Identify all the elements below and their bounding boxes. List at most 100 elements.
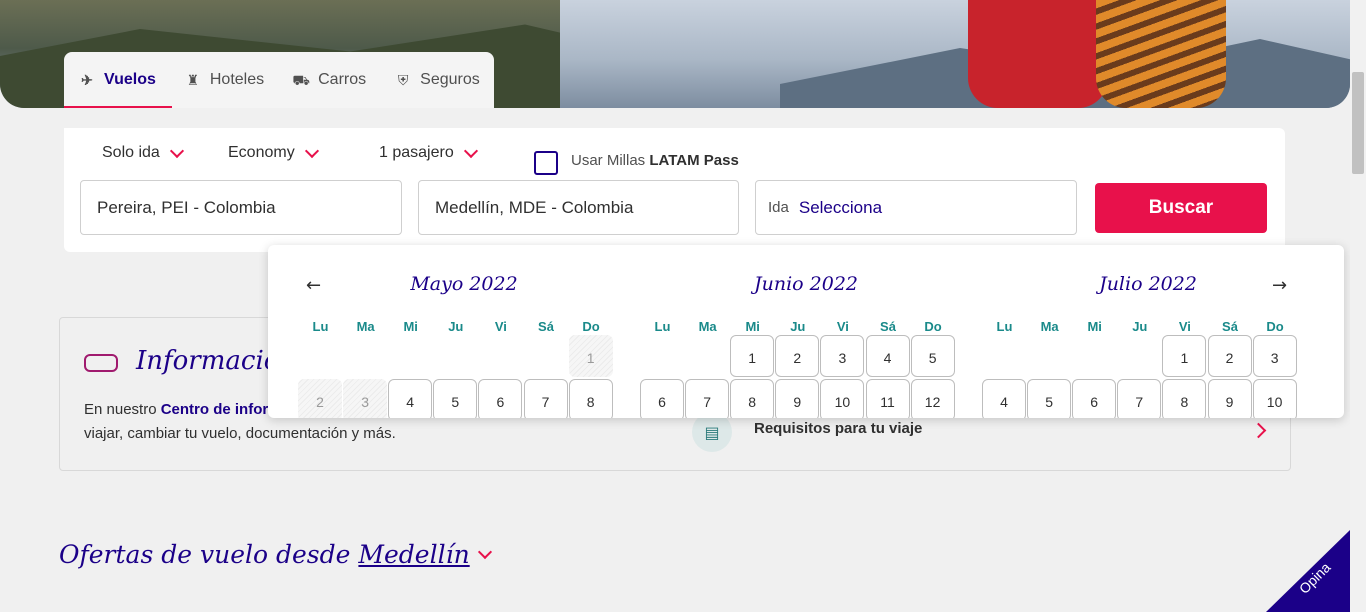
scrollbar-thumb[interactable] — [1352, 72, 1364, 174]
chevron-down-icon — [169, 143, 184, 158]
product-tabs: ✈ Vuelos ♜ Hoteles ⛟ Carros ⛨ Seguros — [64, 52, 494, 108]
weekday-header: Vi — [836, 319, 849, 334]
weekday-header: Vi — [494, 319, 507, 334]
use-miles-prefix: Usar Millas — [571, 152, 646, 169]
offers-heading: Ofertas de vuelo desde Medellín — [59, 540, 492, 569]
weekday-header: Vi — [1178, 319, 1191, 334]
origin-value: Pereira, PEI - Colombia — [97, 197, 276, 217]
hero-person-red — [968, 0, 1108, 108]
weekday-header: Ma — [356, 319, 375, 334]
weekday-header: Lu — [312, 319, 329, 334]
tab-label: Carros — [318, 71, 367, 88]
calendar-day[interactable]: 7 — [685, 379, 730, 418]
calendar-day[interactable]: 9 — [775, 379, 820, 418]
weekday-header: Lu — [654, 319, 671, 334]
passport-icon: ▤ — [692, 412, 732, 452]
weekday-header: Ma — [1040, 319, 1059, 334]
info-text-prefix: En nuestro — [84, 401, 157, 418]
calendar-day: 2 — [298, 379, 342, 418]
weekday-header: Sá — [880, 319, 896, 334]
calendar-day[interactable]: 7 — [1117, 379, 1162, 418]
calendar-day[interactable]: 1 — [1162, 335, 1207, 377]
departure-date-field[interactable]: Ida Selecciona — [755, 180, 1077, 235]
search-button[interactable]: Buscar — [1095, 183, 1267, 233]
calendar-day[interactable]: 12 — [910, 379, 955, 418]
hero-person-striped — [1096, 0, 1226, 108]
cabin-label: Economy — [228, 144, 295, 161]
calendar-day[interactable]: 7 — [523, 379, 568, 418]
tab-hoteles[interactable]: ♜ Hoteles — [184, 52, 265, 108]
weekday-header: Ju — [448, 319, 464, 334]
calendar-day[interactable]: 10 — [1252, 379, 1297, 418]
cabin-dropdown[interactable]: Economy — [228, 143, 319, 162]
departure-date-label: Ida — [768, 199, 789, 216]
trip-type-dropdown[interactable]: Solo ida — [102, 143, 184, 162]
tab-label: Hoteles — [209, 71, 265, 88]
chevron-down-icon — [304, 143, 319, 158]
weekday-header: Lu — [996, 319, 1013, 334]
origin-field[interactable]: Pereira, PEI - Colombia — [80, 180, 402, 235]
trip-type-label: Solo ida — [102, 144, 160, 161]
calendar-day[interactable]: 4 — [865, 335, 910, 377]
requirements-link[interactable]: Requisitos para tu viaje — [754, 420, 922, 437]
passengers-label: 1 pasajero — [379, 144, 454, 161]
calendar-day[interactable]: 8 — [730, 379, 775, 418]
calendar-day[interactable]: 6 — [640, 379, 684, 418]
calendar-day[interactable]: 5 — [433, 379, 478, 418]
use-miles-label: Usar Millas LATAM Pass — [571, 152, 739, 169]
month-title: Mayo 2022 — [410, 273, 518, 295]
tab-seguros[interactable]: ⛨ Seguros — [394, 52, 480, 108]
weekday-header: Ma — [698, 319, 717, 334]
calendar-day[interactable]: 8 — [568, 379, 613, 418]
weekday-header: Sá — [1222, 319, 1238, 334]
passengers-dropdown[interactable]: 1 pasajero — [379, 143, 478, 162]
calendar-day[interactable]: 5 — [1027, 379, 1072, 418]
calendar-day[interactable]: 10 — [820, 379, 865, 418]
calendar-day[interactable]: 4 — [388, 379, 433, 418]
feedback-tab[interactable] — [1266, 530, 1350, 612]
calendar-day[interactable]: 2 — [1207, 335, 1252, 377]
shield-icon: ⛨ — [397, 72, 409, 88]
tab-carros[interactable]: ⛟ Carros — [292, 52, 366, 108]
calendar-day[interactable]: 6 — [1072, 379, 1117, 418]
plane-icon: ✈ — [81, 72, 93, 88]
calendar-day[interactable]: 1 — [730, 335, 775, 377]
offers-city-selector[interactable]: Medellín — [358, 540, 469, 569]
month-title: Julio 2022 — [1099, 273, 1197, 295]
info-center-link[interactable]: Centro de infor — [161, 401, 269, 418]
weekday-header: Do — [924, 319, 942, 334]
calendar-day[interactable]: 6 — [478, 379, 523, 418]
weekday-header: Mi — [1087, 319, 1102, 334]
calendar-day[interactable]: 9 — [1207, 379, 1252, 418]
weekday-header: Mi — [403, 319, 418, 334]
use-miles-checkbox[interactable] — [534, 151, 558, 175]
calendar-day: 1 — [568, 335, 613, 377]
calendar-day[interactable]: 4 — [982, 379, 1026, 418]
calendar-day[interactable]: 2 — [775, 335, 820, 377]
bellhop-icon: ♜ — [186, 72, 200, 88]
destination-value: Medellín, MDE - Colombia — [435, 197, 634, 217]
chevron-down-icon — [463, 143, 478, 158]
weekday-header: Do — [582, 319, 600, 334]
departure-date-value: Selecciona — [798, 197, 883, 217]
chevron-down-icon[interactable] — [477, 544, 492, 559]
tab-label: Seguros — [420, 71, 480, 88]
calendar-day[interactable]: 8 — [1162, 379, 1207, 418]
weekday-header: Ju — [790, 319, 806, 334]
info-text-line2: viajar, cambiar tu vuelo, documentación … — [84, 425, 396, 442]
mask-icon — [84, 354, 118, 372]
destination-field[interactable]: Medellín, MDE - Colombia — [418, 180, 739, 235]
car-icon: ⛟ — [292, 72, 310, 88]
tab-vuelos[interactable]: ✈ Vuelos — [64, 52, 172, 108]
calendar-day[interactable]: 5 — [910, 335, 955, 377]
latam-pass-brand: LATAM Pass — [649, 152, 739, 169]
calendar-day[interactable]: 11 — [865, 379, 910, 418]
flight-search-form: Solo ida Economy 1 pasajero Usar Millas … — [64, 128, 1285, 252]
offers-prefix: Ofertas de vuelo desde — [59, 540, 351, 569]
chevron-right-icon[interactable] — [1250, 422, 1267, 439]
calendar-day[interactable]: 3 — [1252, 335, 1297, 377]
date-picker-calendar: ← → Mayo 2022 Lu Ma Mi Ju Vi Sá Do 1 2 3 4 5 6 7 8 Junio… — [268, 245, 1344, 418]
calendar-day: 3 — [343, 379, 388, 418]
weekday-header: Sá — [538, 319, 554, 334]
calendar-day[interactable]: 3 — [820, 335, 865, 377]
